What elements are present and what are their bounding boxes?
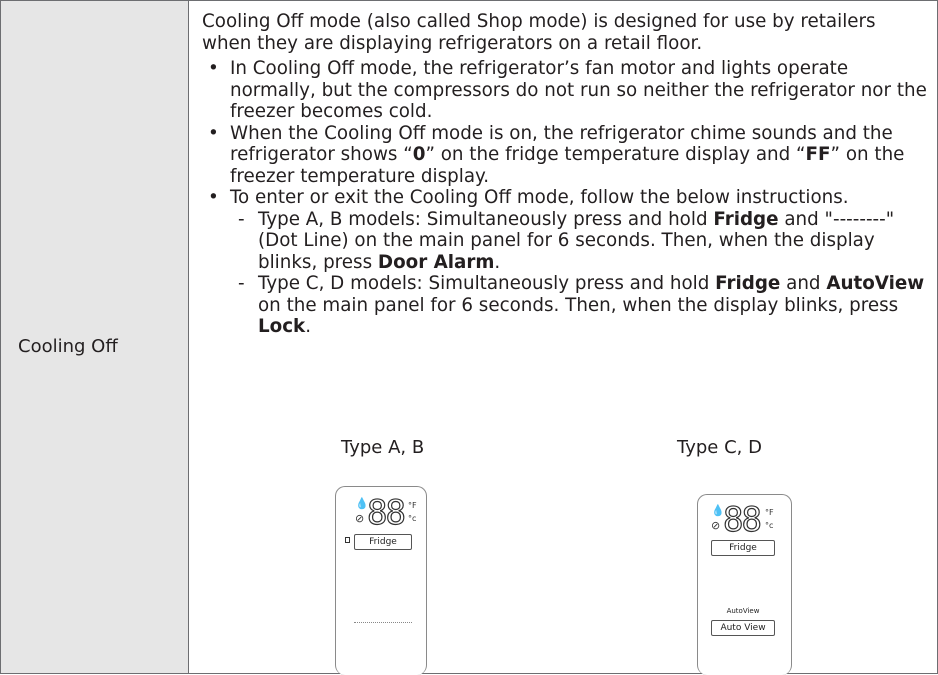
bullet-list: In Cooling Off mode, the refrigerator’s … [202,58,927,338]
unit-fahrenheit: °F [408,501,417,510]
intro-text: Cooling Off mode (also called Shop mode)… [202,11,876,54]
figure-label-type-cd: Type C, D [677,437,762,458]
bullet-chime: When the Cooling Off mode is on, the ref… [202,123,927,188]
description: Cooling Off mode (also called Shop mode)… [202,11,927,338]
unit-celsius: °c [408,514,417,523]
sub-list: Type A, B models: Simultaneously press a… [230,209,927,338]
dot-line-button[interactable] [354,622,412,623]
fridge-button[interactable]: Fridge [711,540,775,556]
autoview-button[interactable]: Auto View [711,620,775,636]
figure-label-type-ab: Type A, B [341,437,425,458]
sub-item-type-ab: Type A, B models: Simultaneously press a… [230,209,927,274]
leaf-icon: ⊘ [711,519,721,532]
bullet-fan-motor: In Cooling Off mode, the refrigerator’s … [202,58,927,123]
row-label: Cooling Off [18,336,118,357]
unit-celsius: °c [765,521,774,530]
panel-type-cd: 💧 ⊘ 88 °F °c Fridge AutoView Auto View [697,494,792,675]
leaf-icon: ⊘ [355,512,365,525]
spec-table: Cooling Off Cooling Off mode (also calle… [0,0,938,675]
bullet-instructions: To enter or exit the Cooling Off mode, f… [202,187,927,338]
unit-fahrenheit: °F [765,508,774,517]
door-alarm-indicator [345,537,350,543]
fridge-button[interactable]: Fridge [354,534,412,550]
sub-item-type-cd: Type C, D models: Simultaneously press a… [230,273,927,338]
autoview-caption: AutoView [726,607,760,615]
temperature-display: 88 [366,493,406,533]
temperature-display: 88 [722,500,762,540]
panel-type-ab: 💧 ⊘ 88 °F °c Fridge [335,486,427,675]
